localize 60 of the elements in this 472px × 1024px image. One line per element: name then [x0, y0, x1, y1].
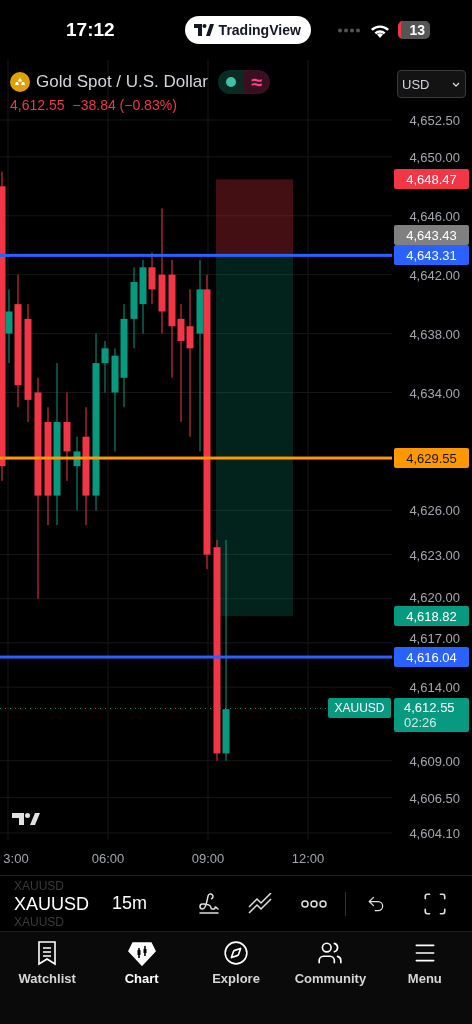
chart-icon — [127, 940, 156, 966]
time-tick: 06:00 — [91, 851, 125, 866]
price-line[interactable] — [0, 655, 392, 659]
price-tick: 4,620.00 — [409, 589, 460, 605]
symbol-title: Gold Spot / U.S. Dollar — [36, 72, 208, 92]
nav-tab[interactable]: Explore — [188, 940, 284, 1024]
price-change: −38.84 (−0.83%) — [72, 97, 177, 113]
interval-button[interactable]: 15m — [106, 889, 153, 918]
chevron-icon — [452, 81, 460, 87]
nav-tab[interactable]: Community — [283, 940, 378, 1024]
logo-icon — [12, 813, 40, 825]
price-tick: 4,642.00 — [409, 267, 460, 283]
delayed-data-glyph: ≈ — [251, 72, 263, 92]
time-tick: 3:00 — [3, 851, 29, 866]
price-line[interactable] — [0, 456, 392, 460]
price-tick: 4,634.00 — [409, 385, 460, 400]
currency-dropdown[interactable]: USD — [397, 70, 466, 98]
logo-icon — [193, 24, 214, 36]
app-name: TradingView — [218, 22, 301, 38]
price-tick: 4,646.00 — [409, 208, 460, 224]
price-marker: 4,618.82 — [394, 606, 469, 627]
current-price: 4,612.55 — [404, 700, 456, 716]
price-tick: 4,609.00 — [409, 753, 460, 769]
price-tick: 4,604.10 — [409, 825, 460, 840]
battery-indicator: 13 — [398, 21, 430, 39]
status-dot — [225, 77, 236, 87]
signal-icon — [338, 27, 363, 33]
app-badge[interactable]: TradingView — [184, 16, 311, 44]
last-price: 4,612.55 — [10, 97, 65, 113]
price-tick: 4,623.00 — [409, 547, 460, 563]
coin-icon — [10, 72, 30, 92]
fullscreen-icon — [422, 890, 448, 917]
nav-tab[interactable]: Chart — [94, 940, 189, 1024]
time-tick: 12:00 — [291, 851, 325, 866]
price-marker: 4,629.55 — [394, 448, 469, 469]
price-line[interactable] — [0, 253, 392, 257]
price-tick: 4,606.50 — [409, 790, 460, 806]
bar-countdown: 02:26 — [404, 715, 438, 731]
nav-tab[interactable]: Watchlist — [0, 940, 95, 1024]
pen-icon — [197, 891, 221, 916]
more-icon — [301, 899, 327, 908]
time-tick: 09:00 — [191, 851, 225, 866]
price-tick: 4,626.00 — [409, 502, 460, 518]
price-tick: 4,617.00 — [409, 630, 460, 646]
nav-tab[interactable]: Menu — [377, 940, 472, 1024]
clock: 17:12 — [66, 19, 115, 41]
price-tick: 4,650.00 — [409, 149, 460, 165]
compass-icon — [223, 940, 249, 966]
price-tick: 4,638.00 — [409, 326, 460, 342]
price-marker: 4,643.31 — [394, 245, 469, 266]
price-marker: 4,643.43 — [394, 225, 469, 246]
symbol-tag: XAUUSD — [328, 698, 391, 719]
price-tick: 4,614.00 — [409, 679, 460, 695]
price-marker: 4,648.47 — [394, 169, 469, 190]
price-tick: 4,652.50 — [409, 112, 460, 128]
price-marker: 4,616.04 — [394, 647, 469, 668]
symbol-option[interactable]: XAUUSD — [14, 892, 94, 915]
community-icon — [317, 940, 344, 966]
trend-lines-icon — [247, 892, 273, 915]
wifi-icon — [370, 22, 391, 38]
